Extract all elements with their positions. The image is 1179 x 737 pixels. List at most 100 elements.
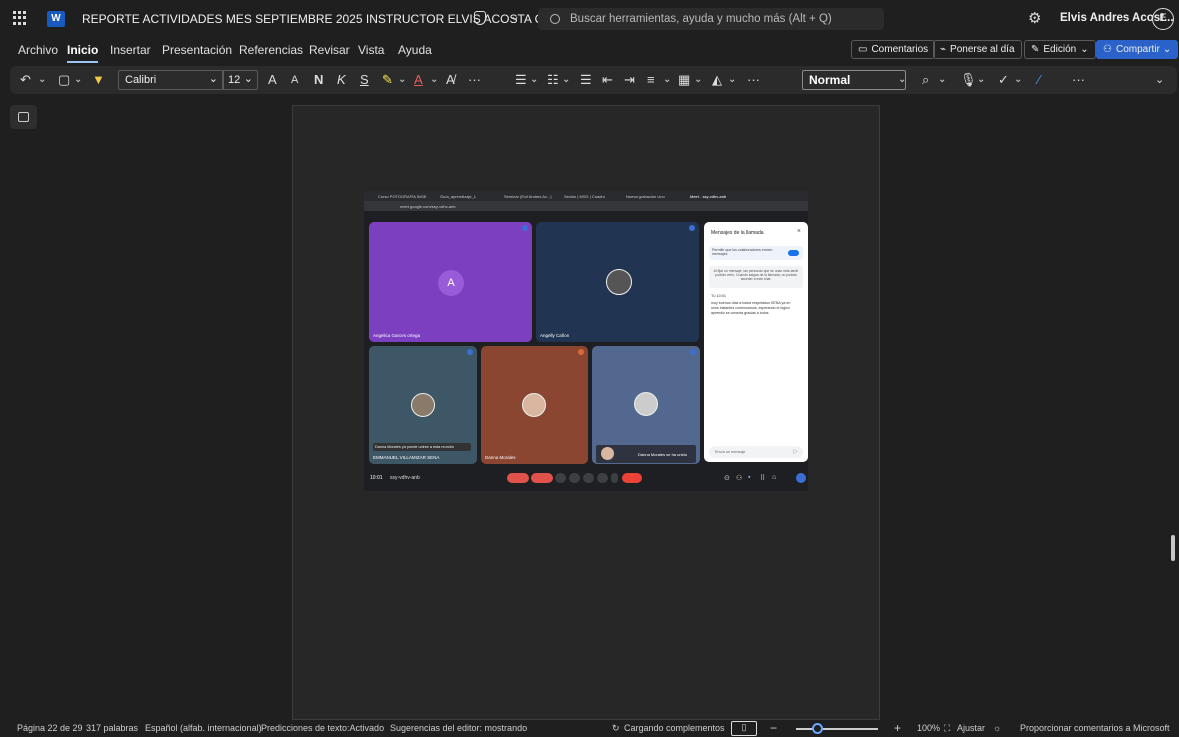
chevron-down-icon[interactable]: ⌄ — [398, 71, 406, 89]
chevron-down-icon[interactable]: ⌄ — [663, 71, 671, 89]
browser-address-bar: meet.google.com/ssy-vdhv-anb — [364, 201, 808, 211]
shrink-font-icon[interactable]: A — [291, 71, 298, 89]
leave-call-button[interactable] — [622, 473, 642, 483]
chat-input[interactable]: Envía un mensaje ▷ — [709, 446, 803, 458]
app-launcher-icon[interactable] — [13, 11, 27, 25]
editor-suggestions-status[interactable]: Sugerencias del editor: mostrando — [390, 723, 527, 733]
chevron-down-icon[interactable]: ⌄ — [74, 71, 82, 89]
info-icon[interactable]: ⊙ — [724, 474, 730, 482]
dictate-microphone-icon[interactable]: 🎙 — [960, 71, 977, 89]
chevron-down-icon[interactable]: ⌄ — [694, 71, 702, 89]
align-icon[interactable]: ≡ — [647, 71, 655, 89]
underline-button[interactable]: S — [360, 71, 369, 89]
fit-button[interactable]: Ajustar — [957, 723, 985, 733]
host-controls-icon[interactable]: ⌂ — [772, 474, 776, 481]
editor-icon[interactable]: ✓ — [998, 71, 1009, 89]
chevron-down-icon[interactable]: ⌄ — [977, 71, 985, 89]
mic-off-button[interactable] — [507, 473, 529, 483]
highlight-icon[interactable]: ✎ — [382, 71, 393, 89]
word-count[interactable]: 317 palabras — [86, 723, 138, 733]
settings-gear-icon[interactable]: ⚙ — [1028, 9, 1041, 27]
tab-insertar[interactable]: Insertar — [110, 43, 151, 57]
more-options-icon[interactable]: ··· — [1072, 71, 1085, 89]
zoom-slider-thumb[interactable] — [812, 723, 823, 734]
close-icon[interactable]: × — [797, 228, 801, 235]
page-count[interactable]: Página 22 de 29 — [17, 723, 83, 733]
zoom-slider[interactable] — [796, 728, 878, 730]
more-paragraph-options-icon[interactable]: ··· — [747, 71, 760, 89]
title-chevron-down-icon[interactable]: ⌄ — [510, 9, 520, 23]
catch-up-button[interactable]: ⌁ Ponerse al día — [933, 40, 1022, 59]
embedded-meet-screenshot[interactable]: Curso POTOGRAFÍA INGE Guía_aprendizaje_1… — [364, 191, 808, 491]
decrease-indent-icon[interactable]: ⇤ — [602, 71, 613, 89]
collapse-ribbon-chevron-icon[interactable]: ⌄ — [1155, 71, 1164, 89]
activities-icon[interactable]: ⠿ — [760, 474, 765, 482]
chevron-down-icon[interactable]: ⌄ — [1014, 71, 1022, 89]
view-mode-button[interactable]: ▯ — [731, 721, 757, 736]
feedback-link[interactable]: Proporcionar comentarios a Microsoft — [1020, 723, 1170, 733]
speaker-badge-icon — [522, 225, 528, 231]
vertical-scrollbar-thumb[interactable] — [1171, 535, 1175, 561]
messages-toggle[interactable] — [788, 250, 799, 256]
zoom-out-button[interactable]: − — [770, 721, 777, 735]
shading-icon[interactable]: ◭ — [712, 71, 722, 89]
bold-button[interactable]: N — [314, 71, 323, 89]
chevron-down-icon[interactable]: ⌄ — [38, 71, 46, 89]
styles-chevron-down-icon[interactable]: ⌄ — [898, 71, 906, 89]
language-indicator[interactable]: Español (alfab. internacional) — [145, 723, 262, 733]
present-button[interactable] — [583, 473, 594, 483]
grow-font-icon[interactable]: A — [268, 71, 277, 89]
numbering-icon[interactable]: ☷ — [547, 71, 559, 89]
font-size-select[interactable]: 12 ⌄ — [222, 70, 258, 90]
paste-icon[interactable]: ▢ — [58, 71, 70, 89]
multilevel-list-icon[interactable]: ☰ — [580, 71, 592, 89]
chevron-down-icon[interactable]: ⌄ — [430, 71, 438, 89]
comments-button[interactable]: ▭ Comentarios — [851, 40, 936, 59]
tab-presentacion[interactable]: Presentación — [162, 43, 232, 57]
chevron-down-icon[interactable]: ⌄ — [728, 71, 736, 89]
tab-inicio[interactable]: Inicio — [67, 43, 99, 63]
chevron-down-icon[interactable]: ⌄ — [530, 71, 538, 89]
chevron-down-icon[interactable]: ⌄ — [938, 71, 946, 89]
avatar[interactable]: E — [1152, 8, 1174, 30]
more-font-options-icon[interactable]: ··· — [468, 71, 481, 89]
italic-button[interactable]: K — [337, 71, 346, 89]
styles-select[interactable]: Normal — [802, 70, 906, 90]
sensitivity-shield-icon[interactable] — [474, 11, 486, 25]
tab-archivo[interactable]: Archivo — [18, 43, 58, 57]
camera-off-button[interactable] — [531, 473, 553, 483]
navigation-pane-toggle[interactable] — [10, 105, 37, 129]
format-painter-icon[interactable]: ▼ — [92, 71, 105, 89]
designer-icon[interactable]: ⁄ — [1038, 71, 1040, 89]
raise-hand-button[interactable] — [597, 473, 608, 483]
zoom-level[interactable]: 100% — [917, 723, 940, 733]
captions-button[interactable] — [555, 473, 566, 483]
editing-mode-button[interactable]: ✎ Edición ⌄ — [1024, 40, 1096, 59]
share-button[interactable]: ⚇ Compartir ⌄ — [1096, 40, 1179, 59]
tab-vista[interactable]: Vista — [358, 43, 384, 57]
send-icon[interactable]: ▷ — [793, 448, 798, 455]
clear-formatting-icon[interactable]: A̸ — [446, 71, 455, 89]
text-predictions-status[interactable]: Predicciones de texto:Activado — [261, 723, 384, 733]
find-icon[interactable]: ⌕ — [922, 71, 929, 89]
brightness-icon[interactable]: ☼ — [993, 723, 1001, 733]
chevron-down-icon[interactable]: ⌄ — [562, 71, 570, 89]
tab-ayuda[interactable]: Ayuda — [398, 43, 432, 57]
zoom-in-button[interactable]: + — [894, 721, 901, 735]
borders-icon[interactable]: ▦ — [678, 71, 690, 89]
increase-indent-icon[interactable]: ⇥ — [624, 71, 635, 89]
undo-icon[interactable]: ↶ — [20, 71, 31, 89]
tab-referencias[interactable]: Referencias — [239, 43, 303, 57]
font-family-select[interactable]: Calibri ⌄ — [118, 70, 224, 90]
font-color-icon[interactable]: A — [414, 71, 423, 89]
document-title[interactable]: REPORTE ACTIVIDADES MES SEPTIEMBRE 2025 … — [82, 12, 583, 26]
tab-revisar[interactable]: Revisar — [309, 43, 350, 57]
emoji-button[interactable] — [569, 473, 580, 483]
bullets-icon[interactable]: ☰ — [515, 71, 527, 89]
people-icon[interactable]: ⚇ — [736, 474, 742, 482]
search-input[interactable]: Buscar herramientas, ayuda y mucho más (… — [538, 8, 884, 30]
more-options-button[interactable] — [611, 473, 618, 483]
fit-icon[interactable]: ⛶ — [944, 723, 950, 734]
self-avatar[interactable] — [796, 473, 806, 483]
chat-icon[interactable]: ▪ — [748, 474, 750, 481]
